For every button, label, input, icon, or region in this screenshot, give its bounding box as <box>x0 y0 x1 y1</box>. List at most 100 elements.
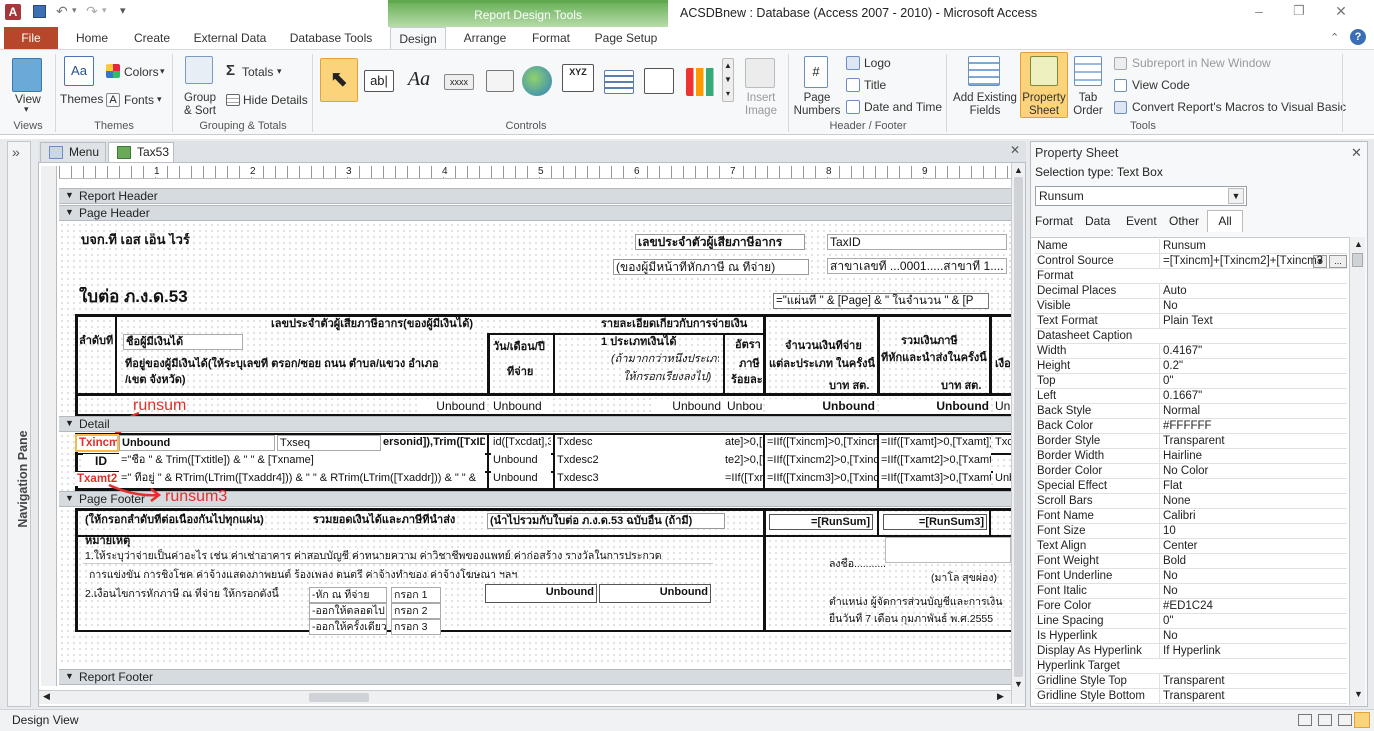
hyperlink-control-icon[interactable] <box>522 66 552 96</box>
tab-file[interactable]: File <box>4 27 58 49</box>
property-value[interactable]: Bold <box>1159 554 1345 568</box>
condition-field[interactable]: Txco <box>993 435 1011 449</box>
txdesc3-field[interactable]: Txdesc3 <box>555 471 723 485</box>
property-row[interactable]: Decimal Places Auto <box>1035 284 1347 299</box>
property-value[interactable]: Runsum <box>1159 239 1345 253</box>
vertical-scrollbar[interactable]: ▲ ▼ <box>1011 163 1025 704</box>
property-row[interactable]: Width 0.4167" <box>1035 344 1347 359</box>
unbound-field[interactable]: Unbound <box>765 399 877 413</box>
property-value[interactable]: No <box>1159 584 1345 598</box>
branch-field[interactable]: สาขาเลขที่ ...0001.....สาขาที่ 1.... <box>827 258 1007 274</box>
property-row[interactable]: Border Style Transparent <box>1035 434 1347 449</box>
property-value[interactable]: Auto <box>1159 284 1345 298</box>
tab-format[interactable]: Format <box>1035 214 1073 228</box>
colors-dropdown-icon[interactable]: ▾ <box>160 66 165 77</box>
unbound-field[interactable]: Unbound <box>485 584 597 603</box>
col-rate[interactable]: อัตรา <box>733 338 763 352</box>
colors-button[interactable]: Colors <box>124 65 159 79</box>
property-value[interactable]: None <box>1159 494 1345 508</box>
unbound-field[interactable]: Unbound <box>491 453 551 467</box>
sum-label[interactable]: รวมยอดเงินได้และภาษีที่นำส่ง <box>311 513 471 527</box>
signer-name[interactable]: (มาโล สุขผ่อง) <box>929 571 1009 585</box>
unbound-field[interactable]: Unbound <box>653 399 723 413</box>
page-numbers-icon[interactable]: # <box>804 56 828 88</box>
property-row[interactable]: Font Name Calibri <box>1035 509 1347 524</box>
access-logo-icon[interactable]: A <box>5 4 21 20</box>
txcdat-expression[interactable]: id([Txcdat],3, <box>491 435 551 449</box>
signature-box[interactable] <box>885 537 1011 563</box>
unbound-field[interactable]: Unbound <box>879 399 991 413</box>
col-seq[interactable]: ลำดับที่ <box>77 334 117 348</box>
unbound-field[interactable]: Unbound <box>491 471 551 485</box>
controls-scroll-icon[interactable]: ▲ ▼ ▾ <box>722 58 734 102</box>
navigation-control-button[interactable] <box>604 70 634 94</box>
unbound-field[interactable]: Unbound <box>491 399 551 413</box>
group-sort-button[interactable]: Group & Sort <box>183 92 217 118</box>
txdesc2-field[interactable]: Txdesc2 <box>555 453 723 467</box>
minimize-button[interactable]: – <box>1244 3 1274 19</box>
property-row[interactable]: Format <box>1035 269 1347 284</box>
fill-2[interactable]: กรอก 2 <box>391 603 441 619</box>
remark-label[interactable]: หมายเหตุ <box>83 534 143 548</box>
col-amount-3[interactable]: บาท สต. <box>827 379 877 393</box>
tab-page-setup[interactable]: Page Setup <box>588 27 664 49</box>
sign-line[interactable]: ลงชื่อ............. <box>827 557 887 571</box>
property-value[interactable]: If Hyperlink <box>1159 644 1345 658</box>
chart-control-button[interactable] <box>686 68 716 96</box>
property-row[interactable]: Line Spacing 0" <box>1035 614 1347 629</box>
print-preview-icon[interactable] <box>1318 714 1332 726</box>
property-value[interactable]: #FFFFFF <box>1159 419 1345 433</box>
themes-button[interactable]: Themes <box>60 92 103 106</box>
date-time-button[interactable]: Date and Time <box>864 100 942 114</box>
convert-macros-icon[interactable] <box>1114 101 1127 114</box>
add-existing-fields-button[interactable]: Add Existing Fields <box>950 92 1020 118</box>
property-row[interactable]: Font Underline No <box>1035 569 1347 584</box>
property-value[interactable]: Transparent <box>1159 434 1345 448</box>
fonts-dropdown-icon[interactable]: ▾ <box>157 94 162 105</box>
selection-dropdown[interactable]: Runsum <box>1035 186 1247 206</box>
rate2-expression[interactable]: te2]>0,[T <box>723 453 763 467</box>
condition-2[interactable]: -ออกให้ตลอดไป <box>309 603 387 619</box>
help-icon[interactable]: ? <box>1350 29 1366 45</box>
address-expression[interactable]: =" ที่อยู่ " & RTrim(LTrim([Txaddr4])) &… <box>119 471 485 487</box>
option-group-button[interactable] <box>644 68 674 94</box>
redo-dropdown-icon[interactable]: ▾ <box>102 5 107 16</box>
rate-expression[interactable]: ate]>0,[ <box>723 435 763 449</box>
redo-icon[interactable]: ↷ <box>86 3 98 20</box>
tab-other[interactable]: Other <box>1169 214 1199 228</box>
colors-icon[interactable] <box>106 64 120 78</box>
property-row[interactable]: Text Align Center <box>1035 539 1347 554</box>
undo-icon[interactable]: ↶ <box>56 3 68 20</box>
layout-view-icon[interactable] <box>1338 714 1352 726</box>
personid-expression[interactable]: ersonid]),Trim([TxID])) <box>381 435 485 449</box>
doc-tab-menu[interactable]: Menu <box>40 142 106 162</box>
tab-home[interactable]: Home <box>68 27 116 49</box>
title-button[interactable]: Title <box>864 78 886 92</box>
property-value[interactable]: Normal <box>1159 404 1345 418</box>
property-value[interactable]: #ED1C24 <box>1159 599 1345 613</box>
amount2-expression[interactable]: =IIf([Txincm2]>0,[Txincm <box>765 453 877 467</box>
tab-all[interactable]: All <box>1207 210 1243 232</box>
property-row[interactable]: Height 0.2" <box>1035 359 1347 374</box>
col-condition[interactable]: เงื่อนไ <box>993 357 1011 371</box>
themes-icon[interactable]: Aa <box>64 56 94 86</box>
property-value[interactable]: Hairline <box>1159 449 1345 463</box>
unbound-field[interactable]: Unbound <box>993 399 1011 413</box>
totals-dropdown-icon[interactable]: ▾ <box>277 66 282 77</box>
tab-external-data[interactable]: External Data <box>188 27 272 49</box>
unbound-field[interactable]: Unbound <box>725 399 763 413</box>
property-value[interactable]: 0.1667" <box>1159 389 1345 403</box>
insert-image-icon[interactable] <box>745 58 775 88</box>
nav-pane-toggle[interactable]: » <box>12 144 20 160</box>
amount-expression[interactable]: =IIf([Txincm]>0,[Txincm <box>765 435 877 449</box>
hide-details-button[interactable]: Hide Details <box>243 93 308 107</box>
totals-button[interactable]: Totals <box>242 65 273 79</box>
condition-1[interactable]: -หัก ณ ที่จ่าย <box>309 587 387 603</box>
property-value[interactable]: No <box>1159 629 1345 643</box>
remark-line-2[interactable]: 2.เงื่อนไขการหักภาษี ณ ที่จ่าย ให้กรอกดั… <box>83 587 313 601</box>
col-payment-detail[interactable]: รายละเอียดเกี่ยวกับการจ่ายเงิน <box>599 317 779 331</box>
txdesc-field[interactable]: Txdesc <box>555 435 723 449</box>
band-page-header[interactable]: Page Header <box>59 205 1011 221</box>
property-value[interactable]: Transparent <box>1159 674 1345 688</box>
tab-create[interactable]: Create <box>126 27 178 49</box>
